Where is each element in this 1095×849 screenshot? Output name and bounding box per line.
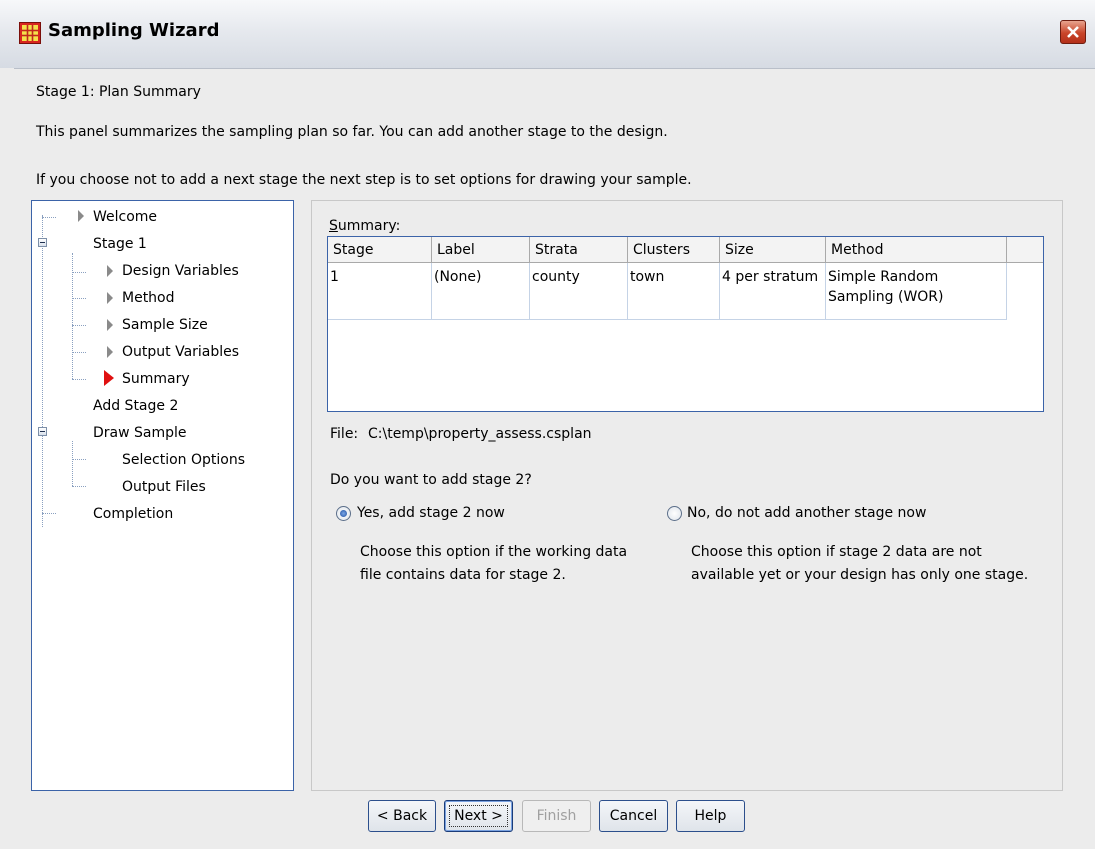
tree-connector bbox=[42, 215, 43, 527]
step-arrow-icon bbox=[107, 292, 113, 304]
close-icon bbox=[1067, 26, 1079, 38]
wizard-step-tree[interactable]: Welcome Stage 1 Design Variables Method … bbox=[31, 200, 294, 791]
tree-item-selection-options[interactable]: Selection Options bbox=[122, 452, 245, 468]
next-button[interactable]: Next > bbox=[444, 800, 513, 832]
window-title: Sampling Wizard bbox=[48, 20, 220, 41]
title-bar: Sampling Wizard bbox=[0, 0, 1095, 69]
summary-label-mnemonic: S bbox=[329, 218, 338, 234]
intro-line-1: This panel summarizes the sampling plan … bbox=[36, 124, 668, 140]
yes-option-description-2: file contains data for stage 2. bbox=[360, 567, 566, 583]
back-button[interactable]: < Back bbox=[368, 800, 436, 832]
tree-connector bbox=[72, 325, 86, 326]
yes-radio-button[interactable] bbox=[336, 506, 351, 521]
tree-item-output-variables[interactable]: Output Variables bbox=[122, 344, 239, 360]
step-arrow-icon bbox=[107, 346, 113, 358]
column-header-clusters[interactable]: Clusters bbox=[628, 237, 720, 263]
yes-option-label[interactable]: Yes, add stage 2 now bbox=[357, 505, 505, 521]
column-header-filler bbox=[1007, 237, 1043, 263]
spreadsheet-app-icon bbox=[19, 22, 41, 44]
step-arrow-icon bbox=[78, 210, 84, 222]
cancel-button[interactable]: Cancel bbox=[599, 800, 668, 832]
no-radio-button[interactable] bbox=[667, 506, 682, 521]
help-button[interactable]: Help bbox=[676, 800, 745, 832]
tree-connector bbox=[72, 486, 86, 487]
no-option-description-1: Choose this option if stage 2 data are n… bbox=[691, 544, 982, 560]
add-stage-question: Do you want to add stage 2? bbox=[330, 472, 532, 488]
file-label: File: bbox=[330, 426, 359, 442]
no-option-description-2: available yet or your design has only on… bbox=[691, 567, 1029, 583]
tree-connector bbox=[42, 513, 56, 514]
column-header-size[interactable]: Size bbox=[720, 237, 826, 263]
window-frame bbox=[0, 68, 14, 849]
finish-button[interactable]: Finish bbox=[522, 800, 591, 832]
yes-option-description-1: Choose this option if the working data bbox=[360, 544, 628, 560]
tree-item-welcome[interactable]: Welcome bbox=[93, 209, 157, 225]
close-button[interactable] bbox=[1060, 20, 1086, 44]
tree-connector bbox=[72, 459, 86, 460]
table-cell[interactable]: (None) bbox=[432, 263, 530, 320]
column-header-label[interactable]: Label bbox=[432, 237, 530, 263]
column-header-stage[interactable]: Stage bbox=[328, 237, 432, 263]
next-button-label: Next > bbox=[449, 805, 508, 827]
current-step-arrow-icon bbox=[104, 370, 114, 386]
summary-table[interactable]: Stage Label Strata Clusters Size Method … bbox=[327, 236, 1044, 412]
tree-connector bbox=[72, 298, 86, 299]
tree-connector bbox=[72, 379, 86, 380]
tree-item-output-files[interactable]: Output Files bbox=[122, 479, 206, 495]
summary-label: Summary: bbox=[329, 218, 400, 234]
column-header-method[interactable]: Method bbox=[826, 237, 1007, 263]
tree-connector bbox=[72, 352, 86, 353]
tree-item-add-stage-2[interactable]: Add Stage 2 bbox=[93, 398, 178, 414]
column-header-strata[interactable]: Strata bbox=[530, 237, 628, 263]
tree-item-method[interactable]: Method bbox=[122, 290, 175, 306]
stage-title: Stage 1: Plan Summary bbox=[36, 84, 201, 100]
step-arrow-icon bbox=[107, 265, 113, 277]
no-option-label[interactable]: No, do not add another stage now bbox=[687, 505, 926, 521]
tree-connector bbox=[72, 441, 73, 486]
tree-connector bbox=[72, 272, 86, 273]
file-path: C:\temp\property_assess.csplan bbox=[368, 426, 592, 442]
tree-item-stage-1[interactable]: Stage 1 bbox=[93, 236, 147, 252]
table-cell[interactable]: 4 per stratum bbox=[720, 263, 826, 320]
tree-item-completion[interactable]: Completion bbox=[93, 506, 173, 522]
step-arrow-icon bbox=[107, 319, 113, 331]
sampling-wizard-window: Sampling Wizard Stage 1: Plan Summary Th… bbox=[0, 0, 1095, 849]
table-cell[interactable]: county bbox=[530, 263, 628, 320]
table-cell[interactable]: 1 bbox=[328, 263, 432, 320]
tree-item-summary[interactable]: Summary bbox=[122, 371, 190, 387]
intro-line-2: If you choose not to add a next stage th… bbox=[36, 172, 692, 188]
tree-connector bbox=[42, 217, 56, 218]
tree-item-design-variables[interactable]: Design Variables bbox=[122, 263, 239, 279]
collapse-icon[interactable] bbox=[38, 238, 47, 247]
table-cell[interactable]: town bbox=[628, 263, 720, 320]
collapse-icon[interactable] bbox=[38, 427, 47, 436]
tree-item-sample-size[interactable]: Sample Size bbox=[122, 317, 208, 333]
tree-item-draw-sample[interactable]: Draw Sample bbox=[93, 425, 187, 441]
table-cell[interactable]: Simple Random Sampling (WOR) bbox=[826, 263, 1007, 320]
summary-label-rest: ummary: bbox=[337, 218, 401, 234]
